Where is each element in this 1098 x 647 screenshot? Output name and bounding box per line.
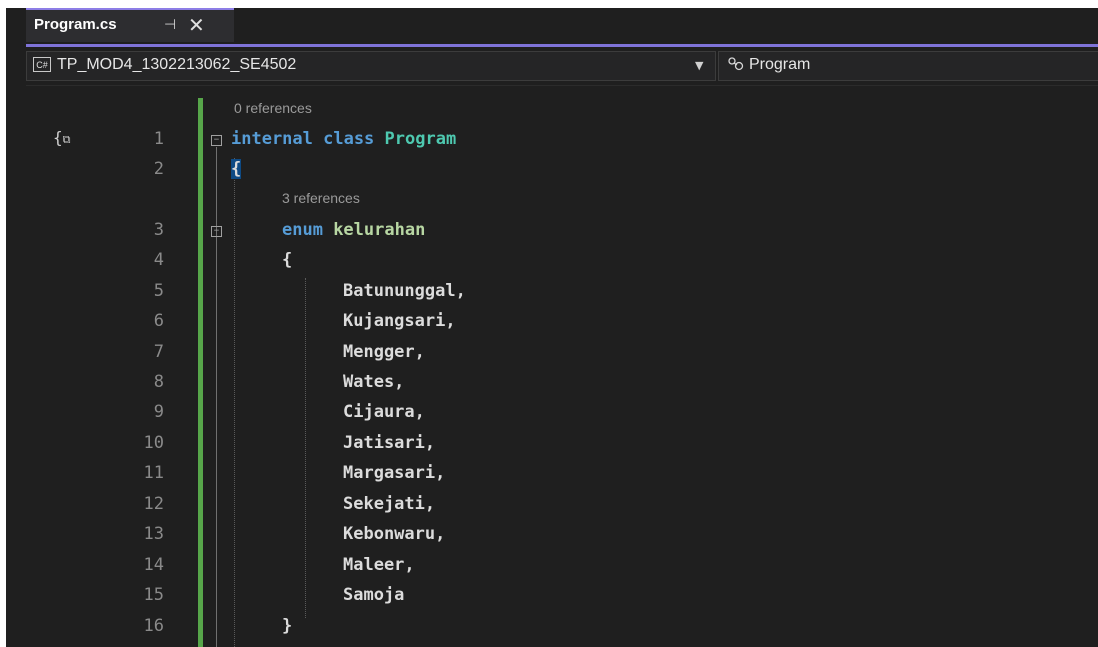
line-number: 12 <box>143 494 164 514</box>
code-line: Margasari, <box>343 463 446 483</box>
brace: { <box>231 159 242 179</box>
line-number: 10 <box>143 433 164 453</box>
line-number: 2 <box>153 159 164 179</box>
code-lens-references[interactable]: 0 references <box>234 100 312 116</box>
code-line: enum kelurahan <box>282 220 425 240</box>
document-tab-strip: Program.cs ⊣ ✕ <box>6 8 1098 44</box>
line-number: 15 <box>143 585 164 605</box>
line-number: 8 <box>153 372 164 392</box>
outline-line <box>216 147 217 647</box>
keyword: enum <box>282 220 334 240</box>
line-number: 7 <box>153 342 164 362</box>
tab-program-cs[interactable]: Program.cs ⊣ ✕ <box>26 8 234 42</box>
close-icon[interactable]: ✕ <box>188 13 205 37</box>
code-line: { <box>231 159 242 179</box>
pin-icon[interactable]: ⊣ <box>164 17 176 33</box>
project-dropdown[interactable]: C# TP_MOD4_1302213062_SE4502 ▼ <box>26 51 716 81</box>
line-number: 11 <box>143 463 164 483</box>
chevron-down-icon[interactable]: ▼ <box>695 59 703 72</box>
code-line: Sekejati, <box>343 494 436 514</box>
line-number: 9 <box>153 402 164 422</box>
indent-guide <box>234 158 235 647</box>
navigation-bar: C# TP_MOD4_1302213062_SE4502 ▼ Program <box>26 47 1098 86</box>
class-icon <box>727 57 745 77</box>
cs-project-icon: C# <box>33 57 51 72</box>
code-line: Kebonwaru, <box>343 524 446 544</box>
code-line: } <box>282 616 293 636</box>
code-line: Kujangsari, <box>343 311 456 331</box>
code-line: { <box>282 250 293 270</box>
code-lens-references[interactable]: 3 references <box>282 190 360 206</box>
code-line: Maleer, <box>343 555 415 575</box>
class-name: Program <box>384 129 457 149</box>
line-number: 14 <box>143 555 164 575</box>
project-name: TP_MOD4_1302213062_SE4502 <box>57 56 297 73</box>
code-editor-window: Program.cs ⊣ ✕ C# TP_MOD4_1302213062_SE4… <box>6 8 1098 647</box>
code-line: internal class Program <box>231 129 456 149</box>
code-line: Jatisari, <box>343 433 436 453</box>
line-number: 3 <box>153 220 164 240</box>
collapse-toggle[interactable]: − <box>211 226 222 237</box>
indent-guide <box>305 278 306 618</box>
type-dropdown[interactable]: Program <box>718 51 1098 81</box>
code-line: Cijaura, <box>343 402 425 422</box>
line-number: 5 <box>153 281 164 301</box>
enum-name: kelurahan <box>333 220 426 240</box>
type-name: Program <box>749 56 811 73</box>
tab-title: Program.cs <box>34 16 117 33</box>
collapse-toggle[interactable]: − <box>211 135 222 146</box>
line-number: 6 <box>153 311 164 331</box>
line-number: 16 <box>143 616 164 636</box>
editor-text-area[interactable]: {⧉ 1 2 3 4 5 6 7 8 9 10 11 12 13 14 15 1… <box>26 86 1098 647</box>
scope-icon: {⧉ <box>53 128 71 147</box>
code-line: Samoja <box>343 585 405 605</box>
code-line: Mengger, <box>343 342 425 362</box>
change-tracking-bar <box>198 98 203 647</box>
keyword: internal class <box>231 129 385 149</box>
code-line: Wates, <box>343 372 405 392</box>
line-number: 1 <box>153 129 164 149</box>
line-number: 13 <box>143 524 164 544</box>
line-number: 4 <box>153 250 164 270</box>
code-line: Batununggal, <box>343 281 466 301</box>
